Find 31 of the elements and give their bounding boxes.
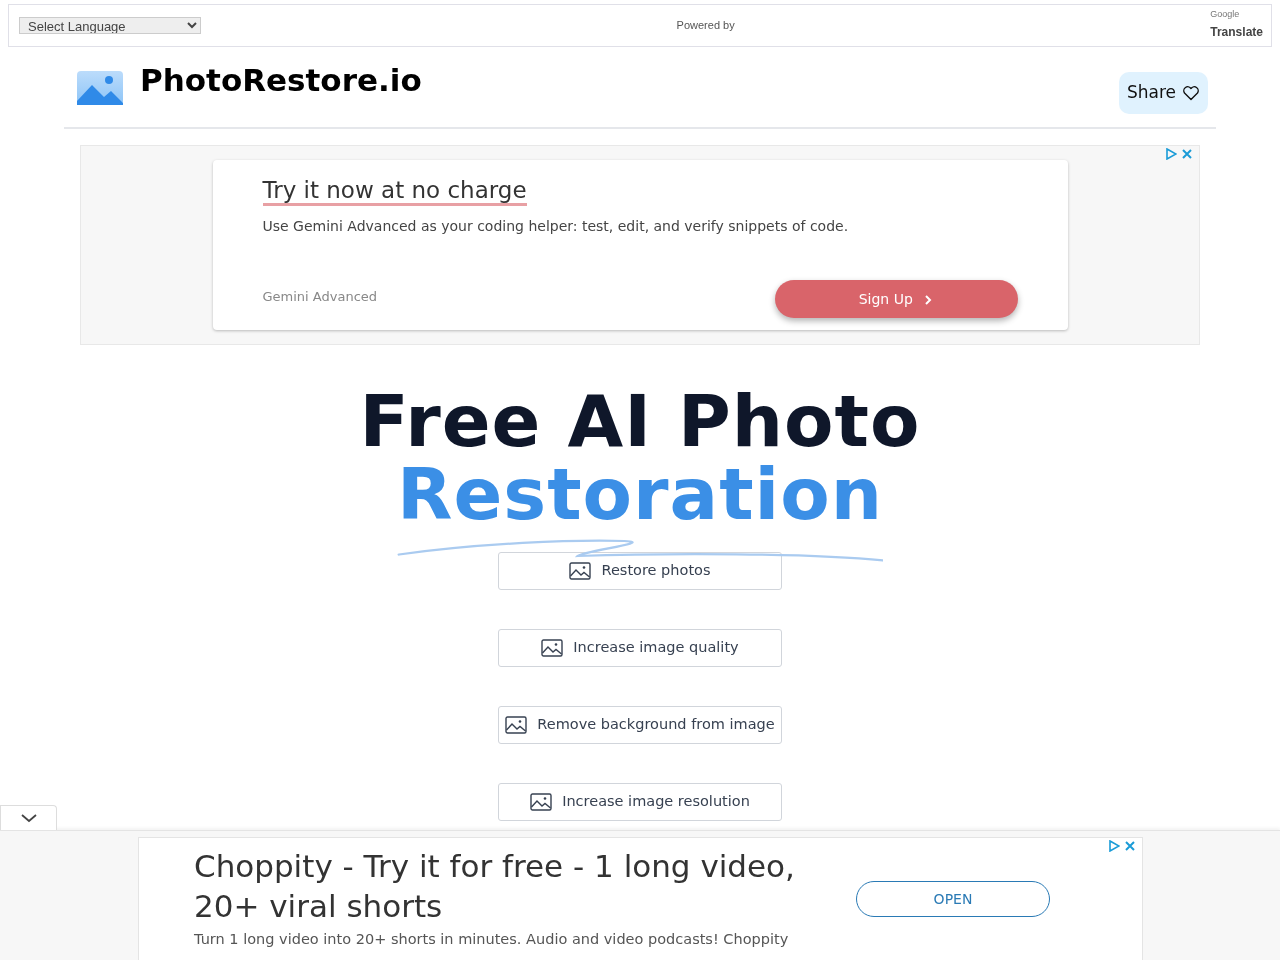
close-icon xyxy=(1181,148,1193,160)
sign-up-button[interactable]: Sign Up xyxy=(774,280,1018,318)
language-select[interactable]: Select Language xyxy=(19,17,201,34)
image-icon xyxy=(530,792,553,811)
ad-headline: Try it now at no charge xyxy=(262,178,527,207)
image-icon xyxy=(505,715,528,734)
ad-choices-icon xyxy=(1165,148,1177,160)
ad-choices-icon xyxy=(1108,840,1120,852)
chevron-down-icon xyxy=(20,813,37,823)
share-button[interactable]: Share xyxy=(1118,72,1208,114)
image-icon xyxy=(569,561,592,580)
hero-title-highlight: Restoration xyxy=(397,462,883,522)
close-icon xyxy=(1124,840,1136,852)
open-button[interactable]: OPEN xyxy=(856,881,1050,917)
site-name: PhotoRestore.io xyxy=(140,65,422,100)
translate-label: Translate xyxy=(1210,24,1263,41)
powered-by-text: Powered by xyxy=(676,18,735,34)
tool-button[interactable]: Increase image resolution xyxy=(498,782,782,821)
ad-description: Use Gemini Advanced as your coding helper: test, edit, and verify snippets of code. xyxy=(262,217,850,237)
tool-button[interactable]: Remove background from image xyxy=(498,705,782,744)
google-label: Google xyxy=(1210,10,1240,19)
hero-title: Free AI Photo xyxy=(358,385,922,459)
advertiser-name: Gemini Advanced xyxy=(262,287,378,306)
image-icon xyxy=(541,638,564,657)
tool-button[interactable]: Restore photos xyxy=(498,551,782,590)
ad-description: Turn 1 long video into 20+ shorts in minutes. Audio and video podcasts! Choppity xyxy=(194,929,790,949)
tool-button[interactable]: Increase image quality xyxy=(498,628,782,667)
ad-headline: Choppity - Try it for free - 1 long video, 20+ viral shorts xyxy=(194,847,796,927)
heart-icon xyxy=(1182,83,1200,102)
collapse-button[interactable] xyxy=(0,805,57,830)
chevron-icon xyxy=(923,293,934,306)
